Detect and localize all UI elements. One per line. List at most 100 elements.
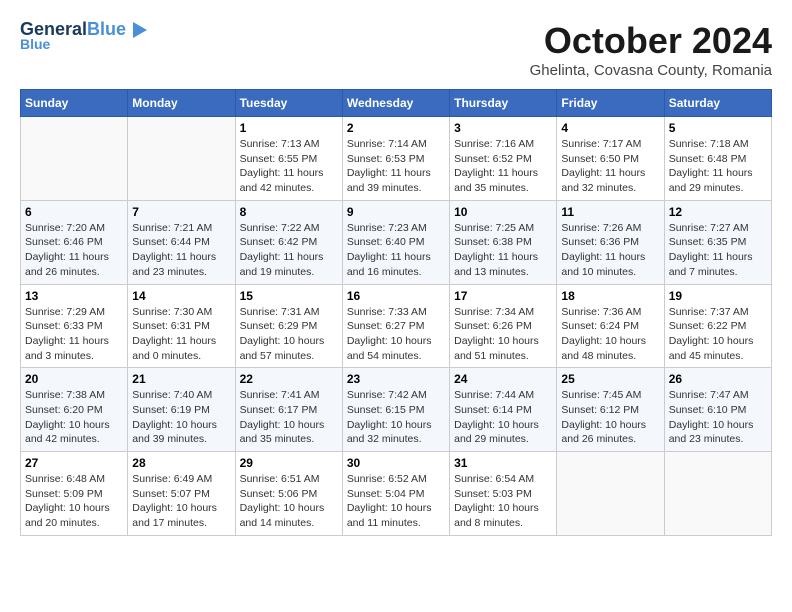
calendar-cell: 23Sunrise: 7:42 AMSunset: 6:15 PMDayligh…: [342, 368, 449, 452]
logo-blue-line: Blue: [20, 36, 50, 52]
calendar-cell: 11Sunrise: 7:26 AMSunset: 6:36 PMDayligh…: [557, 200, 664, 284]
calendar-cell: 26 Sunrise: 7:47 AMSunset: 6:10 PMDayligh…: [664, 368, 771, 452]
day-info: Sunrise: 7:21 AMSunset: 6:44 PMDaylight:…: [132, 221, 230, 280]
calendar-cell: 31 Sunrise: 6:54 AMSunset: 5:03 PMDayligh…: [450, 452, 557, 536]
calendar-cell: 14 Sunrise: 7:30 AMSunset: 6:31 PMDayligh…: [128, 284, 235, 368]
calendar-week-2: 6 Sunrise: 7:20 AMSunset: 6:46 PMDaylight…: [21, 200, 772, 284]
day-number: 27: [25, 456, 123, 470]
day-number: 17: [454, 289, 552, 303]
day-info: Sunrise: 7:14 AMSunset: 6:53 PMDaylight:…: [347, 137, 445, 196]
day-number: 28: [132, 456, 230, 470]
day-info: Sunrise: 7:20 AMSunset: 6:46 PMDaylight:…: [25, 221, 123, 280]
day-info: Sunrise: 7:13 AMSunset: 6:55 PMDaylight:…: [240, 137, 338, 196]
day-info: Sunrise: 7:22 AMSunset: 6:42 PMDaylight:…: [240, 221, 338, 280]
calendar-cell: 4 Sunrise: 7:17 AMSunset: 6:50 PMDaylight…: [557, 117, 664, 201]
day-info: Sunrise: 7:37 AMSunset: 6:22 PMDaylight:…: [669, 305, 767, 364]
weekday-header-row: SundayMondayTuesdayWednesdayThursdayFrid…: [21, 90, 772, 117]
calendar-week-5: 27Sunrise: 6:48 AMSunset: 5:09 PMDayligh…: [21, 452, 772, 536]
calendar-cell: 16 Sunrise: 7:33 AMSunset: 6:27 PMDayligh…: [342, 284, 449, 368]
day-info: Sunrise: 6:54 AMSunset: 5:03 PMDaylight:…: [454, 472, 552, 531]
day-number: 24: [454, 372, 552, 386]
day-info: Sunrise: 7:45 AMSunset: 6:12 PMDaylight:…: [561, 388, 659, 447]
calendar-cell: 20 Sunrise: 7:38 AMSunset: 6:20 PMDayligh…: [21, 368, 128, 452]
day-number: 7: [132, 205, 230, 219]
day-number: 25: [561, 372, 659, 386]
calendar-cell: [128, 117, 235, 201]
weekday-header-wednesday: Wednesday: [342, 90, 449, 117]
month-title: October 2024: [530, 20, 772, 62]
day-info: Sunrise: 7:44 AMSunset: 6:14 PMDaylight:…: [454, 388, 552, 447]
calendar-cell: 2Sunrise: 7:14 AMSunset: 6:53 PMDaylight…: [342, 117, 449, 201]
day-number: 26: [669, 372, 767, 386]
day-number: 14: [132, 289, 230, 303]
day-info: Sunrise: 7:25 AMSunset: 6:38 PMDaylight:…: [454, 221, 552, 280]
day-number: 30: [347, 456, 445, 470]
calendar-week-1: 1Sunrise: 7:13 AMSunset: 6:55 PMDaylight…: [21, 117, 772, 201]
calendar-body: 1Sunrise: 7:13 AMSunset: 6:55 PMDaylight…: [21, 117, 772, 536]
weekday-header-saturday: Saturday: [664, 90, 771, 117]
weekday-header-monday: Monday: [128, 90, 235, 117]
day-number: 21: [132, 372, 230, 386]
day-number: 20: [25, 372, 123, 386]
calendar-cell: 12 Sunrise: 7:27 AMSunset: 6:35 PMDayligh…: [664, 200, 771, 284]
weekday-header-sunday: Sunday: [21, 90, 128, 117]
day-info: Sunrise: 7:29 AMSunset: 6:33 PMDaylight:…: [25, 305, 123, 364]
logo-arrow-icon: [133, 22, 147, 38]
calendar-cell: 25 Sunrise: 7:45 AMSunset: 6:12 PMDayligh…: [557, 368, 664, 452]
weekday-header-friday: Friday: [557, 90, 664, 117]
day-info: Sunrise: 7:41 AMSunset: 6:17 PMDaylight:…: [240, 388, 338, 447]
calendar-cell: 1Sunrise: 7:13 AMSunset: 6:55 PMDaylight…: [235, 117, 342, 201]
calendar-cell: 27Sunrise: 6:48 AMSunset: 5:09 PMDayligh…: [21, 452, 128, 536]
calendar-cell: 15 Sunrise: 7:31 AMSunset: 6:29 PMDayligh…: [235, 284, 342, 368]
day-info: Sunrise: 7:17 AMSunset: 6:50 PMDaylight:…: [561, 137, 659, 196]
day-info: Sunrise: 7:23 AMSunset: 6:40 PMDaylight:…: [347, 221, 445, 280]
calendar-cell: 18 Sunrise: 7:36 AMSunset: 6:24 PMDayligh…: [557, 284, 664, 368]
day-number: 18: [561, 289, 659, 303]
day-info: Sunrise: 6:51 AMSunset: 5:06 PMDaylight:…: [240, 472, 338, 531]
weekday-header-thursday: Thursday: [450, 90, 557, 117]
calendar-cell: 19Sunrise: 7:37 AMSunset: 6:22 PMDayligh…: [664, 284, 771, 368]
day-number: 31: [454, 456, 552, 470]
day-number: 16: [347, 289, 445, 303]
weekday-header-tuesday: Tuesday: [235, 90, 342, 117]
calendar-cell: 3Sunrise: 7:16 AMSunset: 6:52 PMDaylight…: [450, 117, 557, 201]
page-header: GeneralBlue Blue October 2024 Ghelinta, …: [20, 20, 772, 79]
location-subtitle: Ghelinta, Covasna County, Romania: [530, 62, 772, 79]
day-info: Sunrise: 7:18 AMSunset: 6:48 PMDaylight:…: [669, 137, 767, 196]
day-info: Sunrise: 7:40 AMSunset: 6:19 PMDaylight:…: [132, 388, 230, 447]
day-info: Sunrise: 7:33 AMSunset: 6:27 PMDaylight:…: [347, 305, 445, 364]
day-number: 8: [240, 205, 338, 219]
calendar-cell: 7 Sunrise: 7:21 AMSunset: 6:44 PMDaylight…: [128, 200, 235, 284]
calendar-week-3: 13 Sunrise: 7:29 AMSunset: 6:33 PMDayligh…: [21, 284, 772, 368]
calendar-cell: [557, 452, 664, 536]
day-number: 11: [561, 205, 659, 219]
calendar-header: SundayMondayTuesdayWednesdayThursdayFrid…: [21, 90, 772, 117]
calendar-cell: 9 Sunrise: 7:23 AMSunset: 6:40 PMDaylight…: [342, 200, 449, 284]
day-number: 29: [240, 456, 338, 470]
logo-blue: Blue: [87, 19, 126, 39]
calendar-cell: 10Sunrise: 7:25 AMSunset: 6:38 PMDayligh…: [450, 200, 557, 284]
day-number: 9: [347, 205, 445, 219]
day-info: Sunrise: 6:52 AMSunset: 5:04 PMDaylight:…: [347, 472, 445, 531]
calendar-cell: 6 Sunrise: 7:20 AMSunset: 6:46 PMDaylight…: [21, 200, 128, 284]
day-number: 3: [454, 121, 552, 135]
day-info: Sunrise: 7:36 AMSunset: 6:24 PMDaylight:…: [561, 305, 659, 364]
title-block: October 2024 Ghelinta, Covasna County, R…: [530, 20, 772, 79]
day-info: Sunrise: 7:38 AMSunset: 6:20 PMDaylight:…: [25, 388, 123, 447]
calendar-week-4: 20 Sunrise: 7:38 AMSunset: 6:20 PMDayligh…: [21, 368, 772, 452]
day-info: Sunrise: 7:27 AMSunset: 6:35 PMDaylight:…: [669, 221, 767, 280]
calendar-cell: [21, 117, 128, 201]
day-info: Sunrise: 7:47 AMSunset: 6:10 PMDaylight:…: [669, 388, 767, 447]
calendar-cell: [664, 452, 771, 536]
day-number: 4: [561, 121, 659, 135]
calendar-cell: 13 Sunrise: 7:29 AMSunset: 6:33 PMDayligh…: [21, 284, 128, 368]
calendar-cell: 17Sunrise: 7:34 AMSunset: 6:26 PMDayligh…: [450, 284, 557, 368]
day-number: 6: [25, 205, 123, 219]
day-number: 15: [240, 289, 338, 303]
calendar-cell: 22Sunrise: 7:41 AMSunset: 6:17 PMDayligh…: [235, 368, 342, 452]
day-number: 13: [25, 289, 123, 303]
day-number: 12: [669, 205, 767, 219]
calendar-cell: 21 Sunrise: 7:40 AMSunset: 6:19 PMDayligh…: [128, 368, 235, 452]
day-info: Sunrise: 7:31 AMSunset: 6:29 PMDaylight:…: [240, 305, 338, 364]
day-info: Sunrise: 7:30 AMSunset: 6:31 PMDaylight:…: [132, 305, 230, 364]
